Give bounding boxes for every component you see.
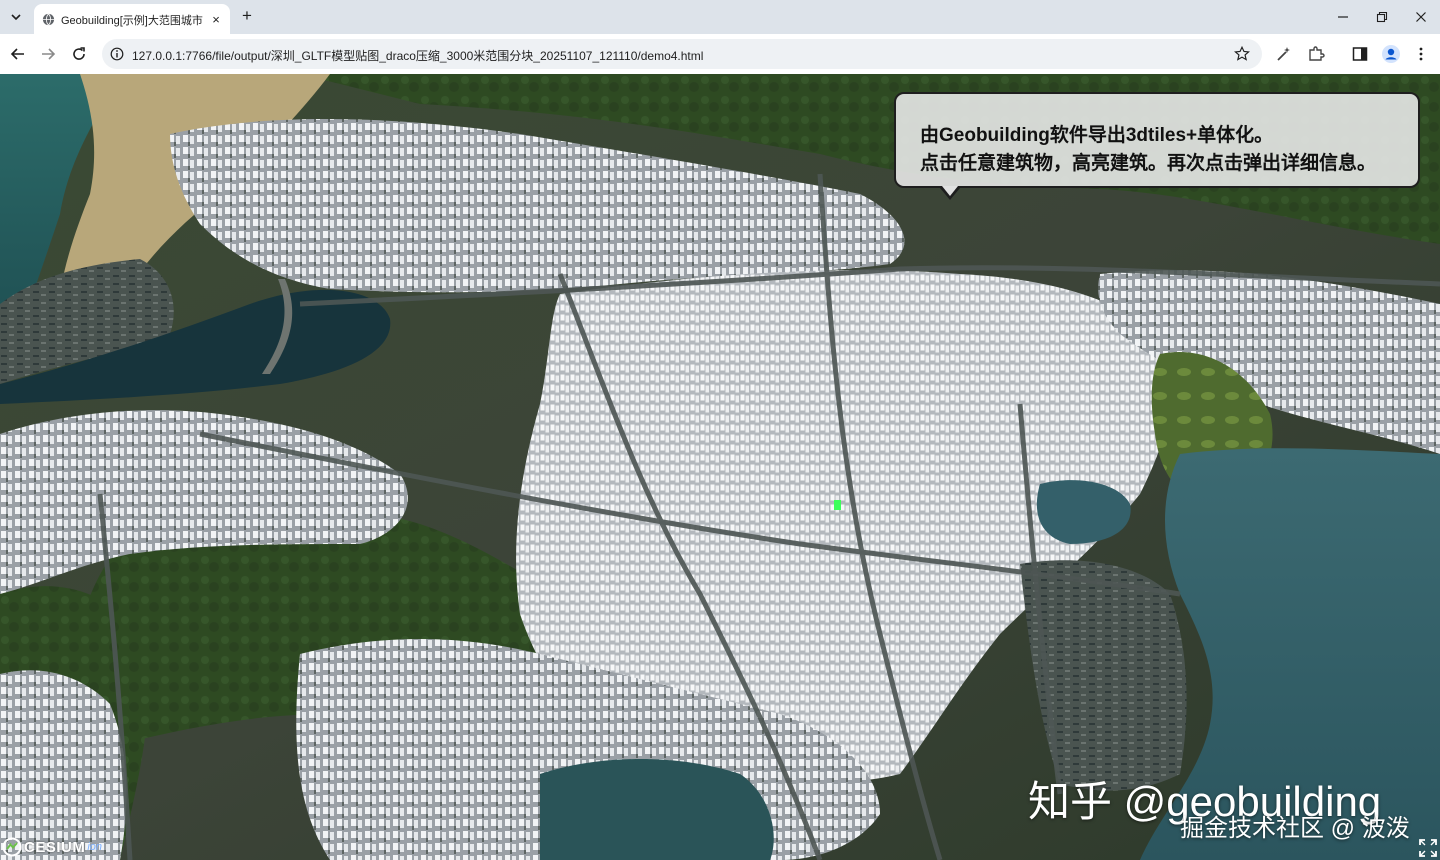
cesium-3d-viewport[interactable]: 由Geobuilding软件导出3dtiles+单体化。 点击任意建筑物，高亮建… <box>0 74 1440 860</box>
tab-close-button[interactable]: × <box>208 11 224 27</box>
cesium-mark-icon <box>2 837 22 857</box>
url-text[interactable]: 127.0.0.1:7766/file/output/深圳_GLTF模型贴图_d… <box>132 47 703 64</box>
minimize-icon <box>1338 16 1348 18</box>
arrow-left-icon <box>10 48 24 60</box>
reload-button[interactable] <box>67 42 91 66</box>
browser-toolbar: 127.0.0.1:7766/file/output/深圳_GLTF模型贴图_d… <box>0 34 1440 75</box>
globe-icon <box>42 13 55 26</box>
address-bar[interactable]: 127.0.0.1:7766/file/output/深圳_GLTF模型贴图_d… <box>102 39 1262 69</box>
tab-strip: Geobuilding[示例]大范围城市 × + <box>0 0 1440 34</box>
chevron-down-icon <box>11 14 21 21</box>
info-icon[interactable] <box>110 47 124 61</box>
extensions-button[interactable] <box>1306 44 1326 64</box>
cesium-logo[interactable]: CESIUM ion <box>2 836 102 858</box>
callout-tail-fill <box>942 186 958 196</box>
callout-line-2: 点击任意建筑物，高亮建筑。再次点击弹出详细信息。 <box>920 153 1377 174</box>
side-panel-button[interactable] <box>1350 44 1370 64</box>
tab-search-button[interactable] <box>4 5 28 29</box>
cesium-logo-ion: ion <box>87 841 103 853</box>
profile-button[interactable] <box>1381 44 1401 64</box>
highlighted-building[interactable] <box>834 500 841 510</box>
browser-menu-button[interactable] <box>1411 44 1431 64</box>
new-tab-button[interactable]: + <box>236 5 258 27</box>
magic-wand-icon <box>1277 47 1290 61</box>
cesium-logo-word: CESIUM <box>24 838 86 856</box>
side-panel-icon <box>1352 47 1368 61</box>
kebab-menu-icon <box>1419 47 1423 61</box>
instruction-callout: 由Geobuilding软件导出3dtiles+单体化。 点击任意建筑物，高亮建… <box>894 92 1420 200</box>
close-icon <box>1416 12 1426 22</box>
back-button[interactable] <box>6 42 30 66</box>
tab-active[interactable]: Geobuilding[示例]大范围城市 × <box>34 4 230 34</box>
profile-icon <box>1382 45 1400 63</box>
restore-icon <box>1376 11 1388 23</box>
puzzle-icon <box>1309 46 1325 61</box>
arrow-right-icon <box>42 48 56 60</box>
forward-button[interactable] <box>36 42 60 66</box>
fullscreen-icon[interactable] <box>1418 838 1438 858</box>
restore-button[interactable] <box>1369 6 1395 28</box>
minimize-button[interactable] <box>1330 6 1356 28</box>
watermark-juejin: 掘金技术社区 @ 波泼 <box>1180 815 1410 842</box>
star-icon[interactable] <box>1233 45 1251 63</box>
callout-line-1: 由Geobuilding软件导出3dtiles+单体化。 <box>920 125 1274 146</box>
tab-title: Geobuilding[示例]大范围城市 <box>61 15 203 27</box>
window-close-button[interactable] <box>1408 6 1434 28</box>
southern-harbour <box>540 759 774 860</box>
extension-wand-button[interactable] <box>1274 44 1294 64</box>
reload-icon <box>73 47 85 60</box>
city-3d-scene[interactable] <box>0 74 1440 860</box>
